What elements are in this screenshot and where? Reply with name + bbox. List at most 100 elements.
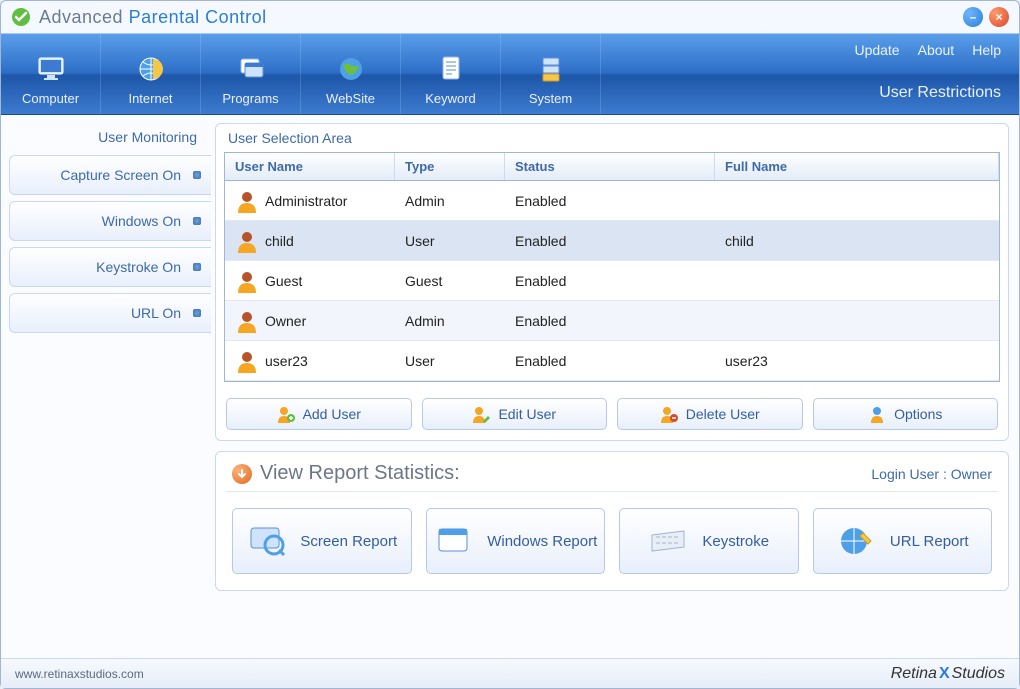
delete-user-icon	[660, 405, 678, 423]
main-toolbar: Computer Internet Programs WebSite Keywo…	[1, 33, 1019, 115]
toolbar-label: WebSite	[326, 91, 375, 106]
button-label: Delete User	[686, 406, 760, 422]
toolbar-internet[interactable]: Internet	[101, 34, 201, 114]
report-buttons: Screen Report Windows Report Keystroke U…	[226, 492, 998, 580]
button-label: Keystroke	[702, 533, 769, 550]
arrow-down-icon	[232, 464, 252, 484]
col-status[interactable]: Status	[505, 153, 715, 180]
col-type[interactable]: Type	[395, 153, 505, 180]
windows-report-icon	[433, 521, 473, 561]
user-selection-panel: User Selection Area User Name Type Statu…	[215, 123, 1009, 441]
link-update[interactable]: Update	[854, 42, 899, 58]
button-label: Edit User	[498, 406, 556, 422]
reports-header: View Report Statistics: Login User : Own…	[226, 456, 998, 492]
toolbar-keyword[interactable]: Keyword	[401, 34, 501, 114]
minimize-button[interactable]: –	[963, 7, 983, 27]
app-title-part1: Advanced	[39, 7, 123, 27]
delete-user-button[interactable]: Delete User	[617, 398, 803, 430]
app-icon	[11, 7, 31, 27]
table-body: Administrator Admin Enabled child User E…	[225, 181, 999, 381]
close-button[interactable]: ×	[989, 7, 1009, 27]
cell-status: Enabled	[505, 353, 715, 369]
user-icon	[235, 349, 259, 373]
button-label: Windows Report	[487, 533, 597, 550]
reports-heading-text: View Report Statistics:	[260, 462, 460, 485]
add-user-button[interactable]: Add User	[226, 398, 412, 430]
cell-username: Guest	[265, 273, 302, 289]
earth-icon	[335, 53, 367, 85]
table-row[interactable]: Administrator Admin Enabled	[225, 181, 999, 221]
cell-type: Admin	[395, 193, 505, 209]
sidebar-item-windows[interactable]: Windows On	[9, 201, 211, 241]
keystroke-report-button[interactable]: Keystroke	[619, 508, 799, 574]
toolbar-label: Programs	[222, 91, 278, 106]
titlebar: Advanced Parental Control – ×	[1, 1, 1019, 33]
options-icon	[868, 405, 886, 423]
windows-report-button[interactable]: Windows Report	[426, 508, 606, 574]
link-help[interactable]: Help	[972, 42, 1001, 58]
sidebar-item-label: URL On	[131, 305, 181, 321]
table-row[interactable]: Guest Guest Enabled	[225, 261, 999, 301]
user-button-row: Add User Edit User Delete User Options	[216, 392, 1008, 440]
reports-panel: View Report Statistics: Login User : Own…	[215, 451, 1009, 591]
toolbar-items: Computer Internet Programs WebSite Keywo…	[1, 34, 601, 114]
server-icon	[535, 53, 567, 85]
reports-title: View Report Statistics:	[232, 462, 460, 485]
screen-report-icon	[246, 521, 286, 561]
user-icon	[235, 269, 259, 293]
sidebar: User Monitoring Capture Screen On Window…	[1, 115, 211, 658]
cell-type: Admin	[395, 313, 505, 329]
sidebar-item-keystroke[interactable]: Keystroke On	[9, 247, 211, 287]
edit-user-icon	[472, 405, 490, 423]
table-header: User Name Type Status Full Name	[225, 153, 999, 181]
col-fullname[interactable]: Full Name	[715, 153, 999, 180]
toolbar-label: System	[529, 91, 572, 106]
toolbar-computer[interactable]: Computer	[1, 34, 101, 114]
login-prefix: Login User :	[871, 466, 946, 482]
brand-part2: Studios	[952, 665, 1005, 682]
cell-status: Enabled	[505, 273, 715, 289]
panel-heading: User Selection Area	[216, 124, 1008, 152]
cell-fullname: user23	[715, 353, 999, 369]
sidebar-item-url[interactable]: URL On	[9, 293, 211, 333]
cell-status: Enabled	[505, 193, 715, 209]
footer-url[interactable]: www.retinaxstudios.com	[15, 667, 144, 681]
add-user-icon	[277, 405, 295, 423]
edit-user-button[interactable]: Edit User	[422, 398, 608, 430]
user-table: User Name Type Status Full Name Administ…	[224, 152, 1000, 382]
user-icon	[235, 189, 259, 213]
cell-type: Guest	[395, 273, 505, 289]
sidebar-item-label: Windows On	[102, 213, 181, 229]
screen-report-button[interactable]: Screen Report	[232, 508, 412, 574]
cell-username: child	[265, 233, 294, 249]
body: User Monitoring Capture Screen On Window…	[1, 115, 1019, 658]
url-report-button[interactable]: URL Report	[813, 508, 993, 574]
sidebar-item-capture-screen[interactable]: Capture Screen On	[9, 155, 211, 195]
footer: www.retinaxstudios.com RetinaXStudios	[1, 658, 1019, 688]
cell-type: User	[395, 353, 505, 369]
table-row[interactable]: user23 User Enabled user23	[225, 341, 999, 381]
toolbar-label: Computer	[22, 91, 79, 106]
toolbar-links: Update About Help	[854, 42, 1001, 58]
toolbar-programs[interactable]: Programs	[201, 34, 301, 114]
globe-icon	[135, 53, 167, 85]
sidebar-item-label: Keystroke On	[96, 259, 181, 275]
main-area: User Selection Area User Name Type Statu…	[211, 115, 1019, 658]
options-button[interactable]: Options	[813, 398, 999, 430]
toolbar-system[interactable]: System	[501, 34, 601, 114]
cell-username: Administrator	[265, 193, 347, 209]
toolbar-website[interactable]: WebSite	[301, 34, 401, 114]
toolbar-subtitle: User Restrictions	[879, 84, 1001, 106]
login-user: Login User : Owner	[871, 466, 992, 482]
button-label: URL Report	[890, 533, 969, 550]
button-label: Screen Report	[300, 533, 397, 550]
document-icon	[435, 53, 467, 85]
col-username[interactable]: User Name	[225, 153, 395, 180]
toolbar-right: Update About Help User Restrictions	[601, 34, 1019, 114]
url-report-icon	[836, 521, 876, 561]
cell-username: Owner	[265, 313, 306, 329]
table-row[interactable]: Owner Admin Enabled	[225, 301, 999, 341]
table-row[interactable]: child User Enabled child	[225, 221, 999, 261]
sidebar-heading: User Monitoring	[9, 123, 211, 155]
link-about[interactable]: About	[918, 42, 955, 58]
